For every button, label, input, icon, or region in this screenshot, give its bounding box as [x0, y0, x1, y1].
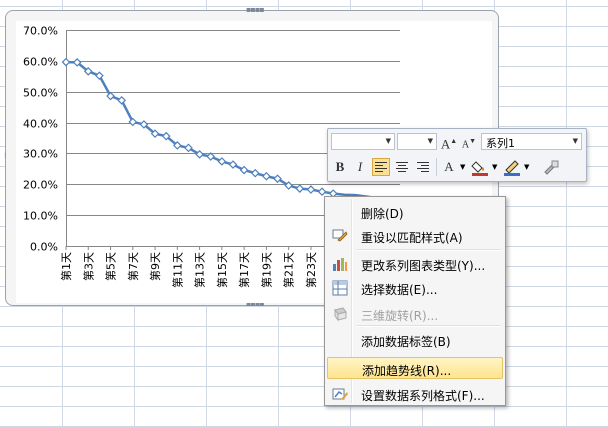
fill-color-button[interactable]	[471, 158, 489, 176]
chevron-down-icon[interactable]: ▼	[460, 163, 465, 171]
x-tick-label: 第17天	[237, 252, 251, 288]
grow-font-button[interactable]: A▲	[440, 132, 458, 152]
menu-item-label: 添加数据标签(B)	[361, 335, 451, 349]
grow-font-icon: A	[440, 136, 451, 152]
menu-item-label: 添加趋势线(R)...	[362, 364, 452, 378]
chevron-down-icon: ▼	[385, 137, 391, 145]
align-center-icon	[396, 162, 408, 172]
align-left-icon	[375, 162, 387, 172]
menu-item[interactable]: 删除(D)	[327, 201, 503, 223]
chart-type-icon	[333, 258, 347, 271]
x-tick-label: 第3天	[81, 252, 95, 281]
x-tick-label: 第7天	[126, 252, 140, 281]
menu-item[interactable]: 添加数据标签(B)	[327, 329, 503, 351]
series-marker[interactable]	[61, 57, 71, 67]
reset-style-icon	[332, 229, 348, 242]
menu-item: 三维旋转(R)...	[327, 303, 503, 325]
series-marker[interactable]	[262, 171, 271, 181]
pen-icon	[504, 160, 520, 176]
y-tick-label: 40.0%	[23, 118, 58, 131]
shrink-font-button[interactable]: A▼	[460, 132, 478, 150]
y-tick-label: 0.0%	[30, 241, 58, 254]
align-left-button[interactable]	[372, 158, 390, 176]
series-selector-value: 系列1	[486, 137, 515, 150]
chevron-down-icon[interactable]: ▼	[524, 163, 529, 171]
x-tick-label: 第5天	[104, 252, 118, 281]
chevron-down-icon: ▼	[427, 137, 433, 145]
align-center-button[interactable]	[393, 158, 411, 176]
align-right-button[interactable]	[414, 158, 432, 176]
y-tick-label: 10.0%	[23, 210, 58, 223]
format-painter-icon	[544, 160, 559, 175]
italic-button[interactable]: I	[351, 158, 369, 176]
format-painter-button[interactable]	[542, 158, 560, 176]
font-name-box[interactable]: ▼	[331, 133, 395, 150]
menu-item[interactable]: 添加趋势线(R)...	[327, 357, 503, 379]
series-marker[interactable]	[306, 185, 316, 194]
3d-rotation-icon	[334, 307, 347, 322]
italic-icon: I	[357, 159, 363, 174]
x-tick-label: 第11天	[170, 252, 184, 288]
menu-item-label: 三维旋转(R)...	[361, 309, 439, 323]
chevron-down-icon[interactable]: ▼	[492, 163, 497, 171]
y-tick-label: 60.0%	[23, 56, 58, 69]
bold-button[interactable]: B	[331, 158, 349, 176]
menu-separator	[357, 249, 501, 251]
paint-bucket-icon	[471, 161, 488, 176]
y-tick-label: 30.0%	[23, 148, 58, 161]
menu-item-label: 更改系列图表类型(Y)...	[361, 259, 486, 273]
format-series-icon	[332, 388, 348, 400]
line-chart[interactable]: 0.0% 10.0% 20.0% 30.0% 40.0% 50.0% 60.0% 70.0% 第…	[0, 0, 608, 427]
series-marker[interactable]	[250, 168, 260, 178]
x-tick-label: 第15天	[215, 252, 229, 288]
menu-item[interactable]: 设置数据系列格式(F)...	[327, 383, 503, 405]
x-tick-label: 第9天	[148, 252, 162, 281]
menu-item-label: 选择数据(E)...	[361, 283, 438, 297]
menu-item[interactable]: 更改系列图表类型(Y)...	[327, 253, 503, 275]
menu-item[interactable]: 选择数据(E)...	[327, 277, 503, 299]
menu-item[interactable]: 重设以匹配样式(A)	[327, 225, 503, 247]
font-case-icon: A	[444, 159, 454, 174]
y-tick-label: 70.0%	[23, 25, 58, 38]
line-color-button[interactable]	[503, 158, 521, 176]
font-size-box[interactable]: ▼	[397, 133, 437, 150]
y-tick-label: 20.0%	[23, 179, 58, 192]
mini-format-toolbar: ▼ ▼ A▲ A▼ 系列1 ▼ B I A ▼ ▼ ▼	[327, 128, 587, 182]
x-tick-label: 第13天	[193, 252, 207, 288]
x-tick-label: 第21天	[282, 252, 296, 288]
menu-item-label: 重设以匹配样式(A)	[361, 231, 463, 245]
chevron-down-icon: ▼	[572, 137, 578, 145]
font-case-button[interactable]: A	[440, 158, 458, 176]
x-tick-label: 第1天	[59, 252, 73, 281]
menu-item-label: 删除(D)	[361, 207, 404, 221]
align-right-icon	[417, 162, 429, 172]
toolbar-separator	[436, 158, 437, 176]
context-menu: 删除(D) 重设以匹配样式(A) 更改系列图表类型(Y)... 选择数据(E)... 三…	[324, 196, 506, 406]
bold-icon: B	[335, 159, 345, 174]
series-marker[interactable]	[295, 184, 305, 193]
select-data-icon	[332, 280, 348, 296]
menu-item-label: 设置数据系列格式(F)...	[361, 389, 485, 403]
y-tick-label: 50.0%	[23, 87, 58, 100]
x-tick-label: 第19天	[259, 252, 273, 288]
menu-separator	[357, 325, 501, 327]
series-selector[interactable]: 系列1 ▼	[481, 133, 582, 150]
series-marker[interactable]	[317, 187, 327, 197]
x-tick-label: 第23天	[304, 252, 318, 288]
